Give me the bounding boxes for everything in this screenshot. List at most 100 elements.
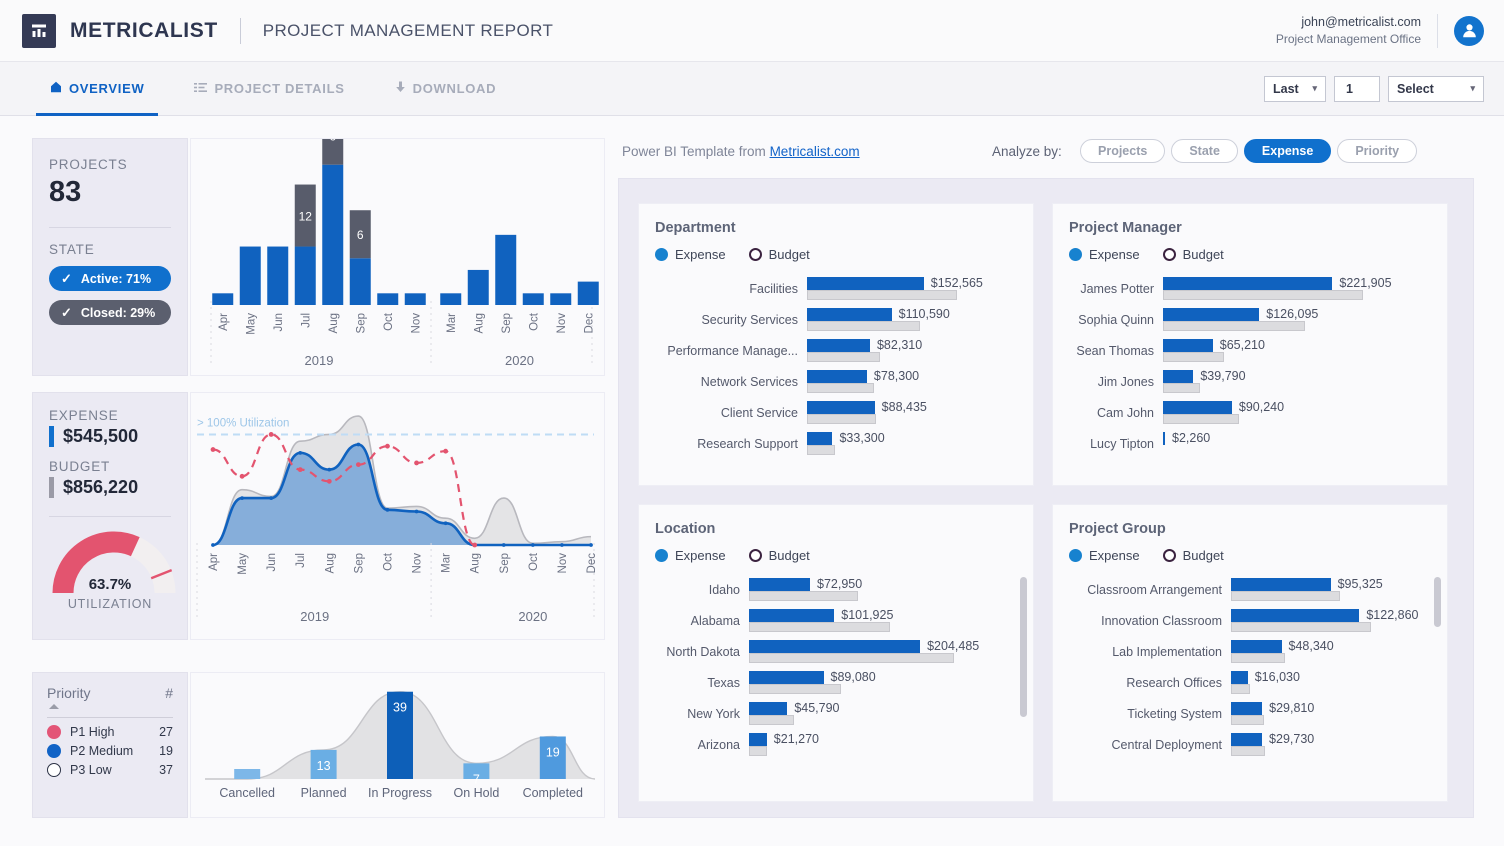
check-icon: ✓ bbox=[61, 305, 72, 321]
bar-row[interactable]: Texas$89,080 bbox=[639, 667, 1033, 698]
bar-row[interactable]: Classroom Arrangement$95,325 bbox=[1053, 574, 1447, 605]
svg-text:Aug: Aug bbox=[473, 313, 485, 333]
svg-text:6: 6 bbox=[329, 139, 336, 144]
bar-row[interactable]: New York $45,790 bbox=[639, 698, 1033, 729]
bar-value-label: $204,485 bbox=[927, 639, 979, 653]
bar-chart-logo-icon bbox=[22, 14, 56, 48]
bar-row[interactable]: Cam John$90,240 bbox=[1053, 397, 1447, 428]
bar-row[interactable]: Lucy Tipton$2,260 bbox=[1053, 428, 1447, 459]
analyze-option-priority[interactable]: Priority bbox=[1337, 139, 1417, 163]
priority-row[interactable]: P1 High27 bbox=[47, 725, 173, 739]
bar-row[interactable]: Facilities$152,565 bbox=[639, 273, 1033, 304]
priority-row[interactable]: P2 Medium19 bbox=[47, 744, 173, 758]
location-scrollbar[interactable] bbox=[1020, 577, 1027, 717]
bar-row-bars: $39,790 bbox=[1163, 368, 1447, 395]
budget-legend-icon[interactable] bbox=[749, 549, 762, 562]
bar-row[interactable]: Research Offices$16,030 bbox=[1053, 667, 1447, 698]
budget-bar bbox=[1163, 290, 1363, 300]
bar-row[interactable]: Client Service$88,435 bbox=[639, 397, 1033, 428]
analyze-option-expense[interactable]: Expense bbox=[1244, 139, 1331, 163]
bar-row[interactable]: Idaho$72,950 bbox=[639, 574, 1033, 605]
bar-row[interactable]: Alabama$101,925 bbox=[639, 605, 1033, 636]
svg-text:Nov: Nov bbox=[557, 553, 569, 574]
analyze-option-projects[interactable]: Projects bbox=[1080, 139, 1165, 163]
svg-text:Jun: Jun bbox=[266, 553, 278, 572]
svg-text:6: 6 bbox=[357, 228, 364, 242]
bar-row[interactable]: Security Services$110,590 bbox=[639, 304, 1033, 335]
expense-bar bbox=[807, 432, 832, 445]
project-group-scrollbar[interactable] bbox=[1434, 577, 1441, 627]
budget-bar bbox=[1163, 414, 1239, 424]
bar-row-bars: $72,950 bbox=[749, 576, 1033, 603]
budget-legend-icon[interactable] bbox=[1163, 248, 1176, 261]
app-header: METRICALIST PROJECT MANAGEMENT REPORT jo… bbox=[0, 0, 1504, 62]
bar-value-label: $72,950 bbox=[817, 577, 862, 591]
bar-row-label: Innovation Classroom bbox=[1053, 614, 1231, 628]
expense-value: $545,500 bbox=[63, 426, 138, 447]
expense-legend-label: Expense bbox=[675, 247, 726, 262]
svg-text:Oct: Oct bbox=[528, 552, 540, 571]
bar-row[interactable]: Central Deployment$29,730 bbox=[1053, 729, 1447, 760]
budget-bar bbox=[749, 684, 841, 694]
priority-count-header[interactable]: # bbox=[165, 685, 173, 701]
svg-text:On Hold: On Hold bbox=[453, 786, 499, 800]
bar-row[interactable]: Performance Manage...$82,310 bbox=[639, 335, 1033, 366]
bar-row-bars: $89,080 bbox=[749, 669, 1033, 696]
project-group-legend: Expense Budget bbox=[1069, 548, 1447, 563]
bar-value-label: $152,565 bbox=[931, 276, 983, 290]
budget-legend-label: Budget bbox=[769, 548, 810, 563]
budget-legend-icon[interactable] bbox=[749, 248, 762, 261]
bar-value-label: $45,790 bbox=[794, 701, 839, 715]
bar-row-label: New York bbox=[639, 707, 749, 721]
bar-row[interactable]: Sean Thomas$65,210 bbox=[1053, 335, 1447, 366]
user-avatar-icon[interactable] bbox=[1454, 16, 1484, 46]
svg-text:Planned: Planned bbox=[301, 786, 347, 800]
bar-row[interactable]: Arizona$21,270 bbox=[639, 729, 1033, 760]
bar-row-bars: $33,300 bbox=[807, 430, 1033, 457]
bar-row-bars: $78,300 bbox=[807, 368, 1033, 395]
priority-row[interactable]: P3 Low37 bbox=[47, 763, 173, 777]
tab-overview[interactable]: OVERVIEW bbox=[36, 62, 158, 116]
expense-legend-icon[interactable] bbox=[655, 248, 668, 261]
svg-text:In Progress: In Progress bbox=[368, 786, 432, 800]
bar-value-label: $16,030 bbox=[1255, 670, 1300, 684]
bar-row-bars: $21,270 bbox=[749, 731, 1033, 758]
tab-project-details[interactable]: PROJECT DETAILS bbox=[180, 62, 358, 116]
budget-bar bbox=[1231, 684, 1250, 694]
bar-row[interactable]: Research Support$33,300 bbox=[639, 428, 1033, 459]
state-filter-active[interactable]: ✓ Active: 71% bbox=[49, 266, 171, 291]
svg-text:Jun: Jun bbox=[273, 313, 285, 332]
bar-row[interactable]: Ticketing System$29,810 bbox=[1053, 698, 1447, 729]
bar-row[interactable]: Lab Implementation$48,340 bbox=[1053, 636, 1447, 667]
expense-legend-icon[interactable] bbox=[655, 549, 668, 562]
projects-by-month-chart[interactable]: 1266AprMayJunJulAugSepOctNovMarAugSepOct… bbox=[190, 138, 605, 376]
bar-row[interactable]: Innovation Classroom$122,860 bbox=[1053, 605, 1447, 636]
unit-select[interactable]: Select ▾ bbox=[1388, 76, 1484, 102]
bar-row-label: Central Deployment bbox=[1053, 738, 1231, 752]
utilization-trend-chart[interactable]: > 100% UtilizationAprMayJunJulAugSepOctN… bbox=[190, 392, 605, 640]
budget-bar bbox=[807, 290, 957, 300]
bar-row[interactable]: Network Services$78,300 bbox=[639, 366, 1033, 397]
bar-row[interactable]: Jim Jones$39,790 bbox=[1053, 366, 1447, 397]
range-select[interactable]: Last ▾ bbox=[1264, 76, 1326, 102]
svg-text:Sep: Sep bbox=[499, 553, 511, 573]
metricalist-link[interactable]: Metricalist.com bbox=[770, 144, 860, 159]
state-filter-closed[interactable]: ✓ Closed: 29% bbox=[49, 300, 171, 325]
status-funnel-chart[interactable]: 1339719CancelledPlannedIn ProgressOn Hol… bbox=[190, 672, 605, 818]
bar-row[interactable]: Sophia Quinn$126,095 bbox=[1053, 304, 1447, 335]
bar-row-bars: $122,860 bbox=[1231, 607, 1447, 634]
expense-legend-icon[interactable] bbox=[1069, 248, 1082, 261]
bar-row[interactable]: North Dakota$204,485 bbox=[639, 636, 1033, 667]
expense-bar bbox=[807, 370, 867, 383]
bar-row[interactable]: James Potter$221,905 bbox=[1053, 273, 1447, 304]
range-number-input[interactable]: 1 bbox=[1334, 76, 1380, 102]
budget-bar bbox=[1163, 383, 1200, 393]
bar-value-label: $88,435 bbox=[882, 400, 927, 414]
tab-download[interactable]: DOWNLOAD bbox=[381, 62, 511, 116]
bar-row-label: Ticketing System bbox=[1053, 707, 1231, 721]
expense-legend-icon[interactable] bbox=[1069, 549, 1082, 562]
analyze-option-state[interactable]: State bbox=[1171, 139, 1238, 163]
bar-row-bars: $65,210 bbox=[1163, 337, 1447, 364]
budget-legend-icon[interactable] bbox=[1163, 549, 1176, 562]
expense-bar bbox=[807, 401, 875, 414]
